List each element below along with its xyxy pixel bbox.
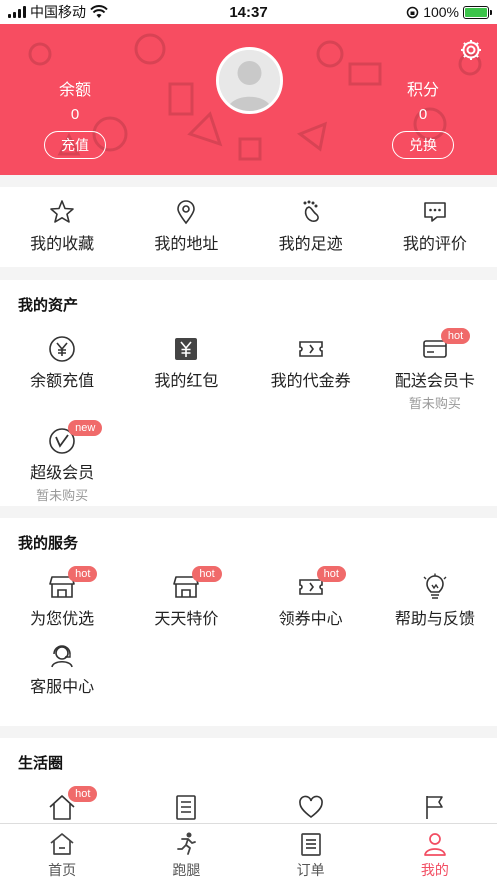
tab-mine[interactable]: 我的	[373, 824, 497, 883]
asset-label: 配送会员卡	[394, 373, 475, 390]
tab-label: 跑腿	[172, 862, 201, 878]
heart-icon	[298, 795, 323, 819]
quick-link-reviews[interactable]: 我的评价	[373, 187, 497, 267]
star-icon	[50, 200, 74, 223]
hot-badge: hot	[192, 566, 222, 582]
balance-value: 0	[70, 106, 80, 123]
location-pin-icon	[177, 200, 196, 225]
status-bar: 中国移动 14:37 100%	[0, 0, 497, 24]
avatar[interactable]	[216, 47, 283, 114]
points-label: 积分	[406, 82, 439, 99]
service-help-feedback[interactable]: 帮助与反馈	[373, 573, 497, 641]
voucher-icon	[298, 341, 323, 357]
tab-label: 订单	[296, 862, 325, 878]
recharge-button[interactable]: 充值	[44, 131, 106, 159]
footprint-icon	[303, 200, 319, 222]
quick-link-favorites[interactable]: 我的收藏	[0, 187, 124, 267]
flag-icon	[426, 796, 443, 819]
asset-label: 我的代金券	[270, 373, 351, 390]
section-title: 生活圈	[18, 755, 64, 772]
quick-link-footprint[interactable]: 我的足迹	[249, 187, 373, 267]
service-label: 领券中心	[278, 611, 343, 628]
asset-voucher[interactable]: 我的代金券	[249, 335, 373, 427]
service-customer-center[interactable]: 客服中心	[0, 641, 124, 709]
service-label: 帮助与反馈	[394, 611, 475, 628]
comment-icon	[424, 202, 446, 222]
status-time: 14:37	[229, 3, 268, 21]
tab-label: 首页	[48, 862, 77, 878]
customer-service-icon	[51, 645, 73, 668]
asset-delivery-card[interactable]: hot 配送会员卡 暂未购买	[373, 328, 497, 427]
signal-icon	[8, 6, 26, 18]
section-title: 我的服务	[18, 535, 79, 552]
service-daily-deals[interactable]: hot 天天特价	[124, 566, 248, 641]
life-circle-section: 生活圈 hot	[0, 738, 497, 828]
bottom-tab-bar: 首页 跑腿 订单 我的	[0, 823, 497, 883]
carrier-name: 中国移动	[30, 4, 86, 20]
asset-balance-recharge[interactable]: 余额充值	[0, 335, 124, 427]
service-label: 为您优选	[30, 611, 95, 628]
quick-links-row: 我的收藏 我的地址 我的足迹 我的评价	[0, 187, 497, 267]
section-title: 我的资产	[18, 297, 79, 314]
quick-link-label: 我的评价	[402, 236, 467, 253]
new-badge: new	[68, 420, 103, 436]
home-icon	[50, 833, 74, 855]
red-envelope-icon	[175, 338, 198, 360]
services-section: 我的服务 hot 为您优选 hot 天天特价 hot 领券中心 帮助与反馈 客服…	[0, 518, 497, 726]
tab-orders[interactable]: 订单	[249, 824, 373, 883]
service-label: 客服中心	[30, 679, 95, 696]
tab-home[interactable]: 首页	[0, 824, 124, 883]
asset-label: 余额充值	[30, 373, 95, 390]
asset-label: 我的红包	[154, 373, 219, 390]
battery-icon	[463, 5, 492, 19]
hot-badge: hot	[440, 328, 471, 344]
lightbulb-icon	[423, 573, 447, 599]
wifi-icon	[90, 5, 108, 18]
quick-link-address[interactable]: 我的地址	[124, 187, 248, 267]
user-icon	[424, 833, 446, 856]
default-user-avatar-icon	[219, 50, 280, 111]
quick-link-label: 我的足迹	[278, 236, 343, 253]
settings-gear-icon[interactable]	[459, 38, 483, 62]
quick-link-label: 我的地址	[154, 236, 219, 253]
service-coupon-center[interactable]: hot 领券中心	[249, 566, 373, 641]
quick-link-label: 我的收藏	[30, 236, 95, 253]
asset-status: 暂未购买	[408, 396, 461, 411]
service-label: 天天特价	[154, 611, 219, 628]
profile-header: 余额 0 充值 积分 0 兑换	[0, 24, 497, 175]
hot-badge: hot	[68, 566, 98, 582]
asset-status: 暂未购买	[36, 488, 89, 503]
tab-errand[interactable]: 跑腿	[124, 824, 248, 883]
asset-red-envelope[interactable]: 我的红包	[124, 335, 248, 427]
orientation-lock-icon	[406, 6, 419, 18]
assets-section: 我的资产 余额充值 我的红包 我的代金券 hot 配送会员卡 暂未购买 new …	[0, 280, 497, 506]
points-value: 0	[418, 106, 428, 123]
tab-label: 我的	[420, 862, 449, 878]
service-recommend[interactable]: hot 为您优选	[0, 566, 124, 641]
asset-label: 超级会员	[30, 465, 95, 482]
runner-icon	[177, 832, 197, 855]
order-icon	[300, 833, 321, 856]
document-icon	[176, 795, 197, 820]
redeem-button[interactable]: 兑换	[392, 131, 454, 159]
hot-badge: hot	[68, 786, 98, 802]
battery-percent: 100%	[423, 4, 459, 20]
yen-circle-icon	[49, 336, 75, 362]
balance-label: 余额	[58, 82, 91, 99]
asset-super-vip[interactable]: new 超级会员 暂未购买	[0, 420, 124, 517]
hot-badge: hot	[316, 566, 346, 582]
